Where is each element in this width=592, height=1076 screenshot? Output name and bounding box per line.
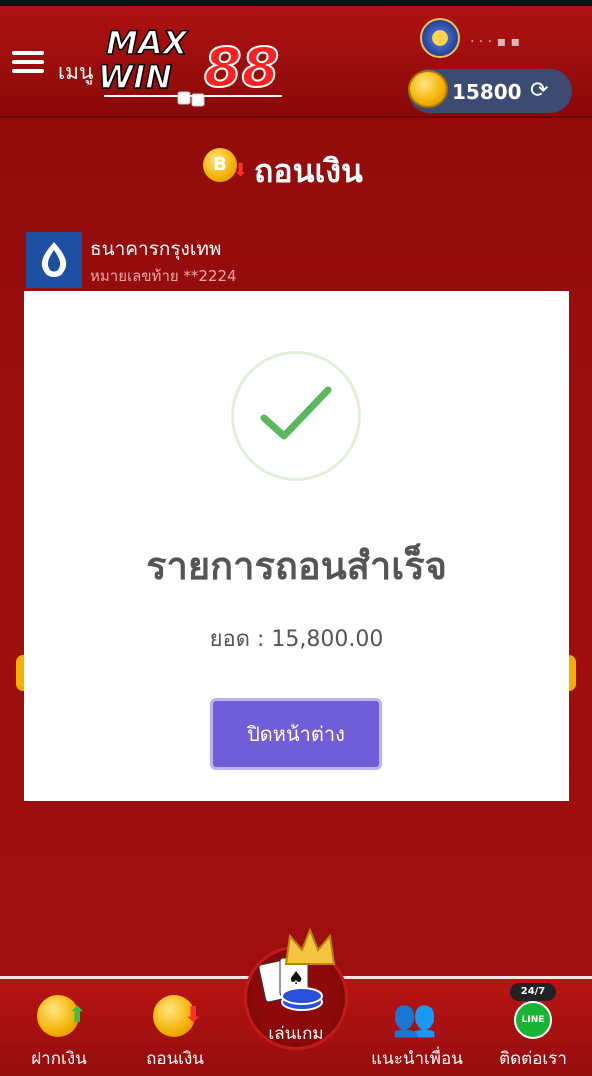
svg-text:MAX: MAX [106,24,189,62]
hamburger-menu-icon[interactable] [12,46,52,86]
username: · · · ▪ ▪ [470,34,521,50]
bank-name: ธนาคารกรุงเทพ [90,238,222,260]
balance-value: 15800 [452,80,522,104]
play-game-label: เล่นเกม [268,1024,324,1044]
line-icon: LINE [514,1001,552,1039]
modal-amount: ยอด : 15,800.00 [209,627,384,652]
page-title: ถอนเงิน [254,152,363,190]
nav-deposit[interactable]: ⬆ ฝากเงิน [4,979,114,1076]
success-check-icon [231,351,361,481]
bank-account-row: ธนาคารกรุงเทพ หมายเลขท้าย **2224 [26,232,566,288]
up-arrow-icon: ⬆ [68,1003,87,1028]
svg-text:♠: ♠ [288,968,304,989]
close-window-button[interactable]: ปิดหน้าต่าง [210,698,382,770]
crown-icon [282,927,338,968]
modal-title: รายการถอนสำเร็จ [146,544,447,588]
coin-icon [408,70,448,108]
nav-contact-label: ติดต่อเรา [499,1049,567,1069]
maxwin88-logo: MAX WIN 88 [96,22,296,112]
bangkok-bank-logo-icon [26,232,82,288]
refresh-icon[interactable]: ⟳ [530,78,548,103]
user-avatar[interactable] [420,18,460,58]
friends-icon: 👥 [392,998,437,1039]
withdraw-coin-icon: B [203,148,237,182]
bank-account-number: หมายเลขท้าย **2224 [90,267,237,285]
svg-text:WIN: WIN [98,58,172,96]
nav-refer-label: แนะนำเพื่อน [371,1049,463,1069]
nav-deposit-label: ฝากเงิน [31,1049,87,1069]
support-24-7-badge: 24/7 [510,983,556,1001]
menu-label[interactable]: เมนู [58,56,93,89]
success-modal: รายการถอนสำเร็จ ยอด : 15,800.00 ปิดหน้าต… [24,291,569,801]
svg-text:88: 88 [204,36,279,99]
nav-withdraw[interactable]: ⬇ ถอนเงิน [120,979,230,1076]
nav-refer-friend[interactable]: 👥 แนะนำเพื่อน [362,979,472,1076]
down-arrow-icon: ⬇ [233,160,249,181]
nav-withdraw-label: ถอนเงิน [146,1049,204,1069]
page-title-section: B ⬇ ถอนเงิน [0,142,592,192]
top-bar: เมนู MAX WIN 88 · · · ▪ ▪ 15800 ⟳ [0,0,592,118]
down-arrow-icon: ⬇ [184,1003,203,1028]
